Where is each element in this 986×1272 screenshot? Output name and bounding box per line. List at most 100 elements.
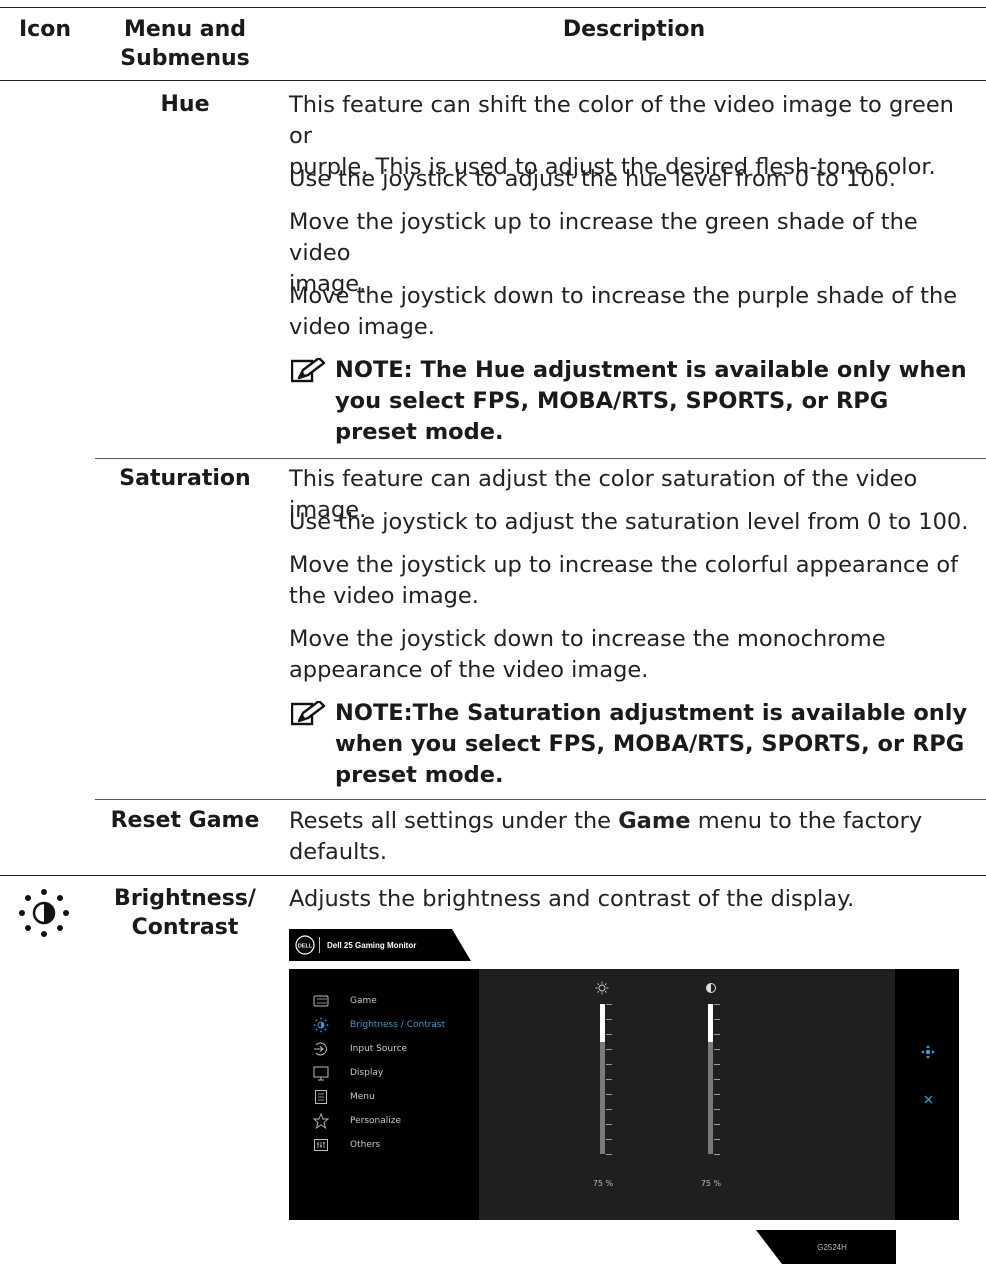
osd-window: Game Brightness / Contrast Input Source …	[289, 969, 959, 1220]
star-icon	[313, 1113, 329, 1129]
contrast-slider[interactable]	[708, 1004, 713, 1154]
submenu-hue: Hue	[160, 92, 210, 117]
brightness-icon	[313, 1017, 329, 1033]
slider-contrast-icon	[706, 983, 716, 993]
osd-adjust-panel: 75 % 75 %	[479, 969, 895, 1220]
close-icon[interactable]	[924, 1095, 933, 1104]
hue-description-2: Use the joystick to adjust the hue level…	[289, 166, 897, 192]
osd-menu-label: Others	[350, 1140, 381, 1150]
saturation-desc-line: the video image.	[289, 583, 479, 609]
osd-title-bar: DELL Dell 25 Gaming Monitor	[289, 929, 471, 961]
hue-desc-line: Move the joystick down to increase the p…	[289, 283, 958, 309]
header-menu-and-submenus: Menu and Submenus	[95, 15, 275, 73]
osd-menu-others[interactable]: Others	[313, 1137, 483, 1157]
row-divider	[95, 458, 986, 459]
dell-logo: DELL	[298, 944, 313, 950]
header-description: Description	[562, 17, 706, 42]
osd-menu-label: Game	[350, 996, 377, 1006]
note-line: you select FPS, MOBA/RTS, SPORTS, or RPG	[335, 388, 889, 414]
saturation-desc-line: appearance of the video image.	[289, 657, 649, 683]
osd-menu-personalize[interactable]: Personalize	[313, 1113, 483, 1133]
brightness-name-line: Brightness/	[114, 886, 256, 911]
hue-description-4: Move the joystick down to increase the p…	[289, 281, 979, 343]
hue-note: NOTE: The Hue adjustment is available on…	[289, 355, 979, 448]
osd-menu-display[interactable]: Display	[313, 1065, 483, 1085]
slider-tick	[714, 1019, 720, 1020]
brightness-value: 75 %	[592, 1179, 614, 1188]
slider-tick	[606, 1019, 612, 1020]
brightness-slider[interactable]	[600, 1004, 605, 1154]
contrast-slider-fill	[708, 1004, 713, 1042]
note-line: preset mode.	[335, 419, 504, 445]
game-icon	[313, 995, 329, 1007]
joystick-move-icon[interactable]	[921, 1045, 935, 1059]
osd-menu-label: Input Source	[350, 1044, 408, 1054]
osd-menu-brightness-contrast[interactable]: Brightness / Contrast	[313, 1017, 483, 1037]
reset-desc-text: defaults.	[289, 839, 388, 865]
row-divider	[0, 875, 986, 876]
hue-desc-line: This feature can shift the color of the …	[289, 92, 954, 149]
brightness-name-line: Contrast	[131, 915, 239, 940]
contrast-value: 75 %	[700, 1179, 722, 1188]
slider-tick	[714, 1034, 720, 1035]
reset-desc-text: menu to the factory	[690, 808, 923, 834]
reset-desc-text: Resets all settings under the	[289, 808, 619, 834]
slider-tick	[714, 1094, 720, 1095]
osd-title: Dell 25 Gaming Monitor	[327, 941, 416, 950]
saturation-description-3: Move the joystick up to increase the col…	[289, 550, 979, 612]
slider-tick	[606, 1079, 612, 1080]
osd-nav-panel	[895, 969, 959, 1220]
slider-tick	[714, 1004, 720, 1005]
header-menu-line2: Submenus	[120, 46, 250, 71]
submenu-saturation: Saturation	[119, 466, 251, 491]
header-bottom-rule	[0, 80, 986, 81]
slider-tick	[606, 1139, 612, 1140]
osd-menu-label: Display	[350, 1068, 384, 1078]
slider-brightness-icon	[595, 981, 609, 995]
slider-tick	[606, 1004, 612, 1005]
osd-menu-input-source[interactable]: Input Source	[313, 1041, 483, 1061]
saturation-note: NOTE:The Saturation adjustment is availa…	[289, 698, 979, 791]
slider-tick	[714, 1064, 720, 1065]
osd-menu-menu[interactable]: Menu	[313, 1089, 483, 1109]
slider-tick	[714, 1139, 720, 1140]
osd-menu-game[interactable]: Game	[313, 993, 483, 1013]
note-line: NOTE:The Saturation adjustment is availa…	[335, 700, 968, 726]
osd-menu-label: Brightness / Contrast	[350, 1020, 446, 1030]
submenu-reset-game: Reset Game	[110, 808, 260, 833]
others-icon	[314, 1139, 328, 1151]
saturation-description-2: Use the joystick to adjust the saturatio…	[289, 509, 969, 535]
brightness-contrast-icon	[19, 889, 69, 937]
slider-tick	[714, 1079, 720, 1080]
saturation-desc-line: Move the joystick up to increase the col…	[289, 552, 959, 578]
reset-game-description: Resets all settings under the Game menu …	[289, 806, 979, 868]
note-pencil-icon	[291, 358, 326, 383]
slider-tick	[606, 1094, 612, 1095]
hue-desc-line: Move the joystick up to increase the gre…	[289, 209, 918, 266]
model-name: G2524H	[817, 1243, 847, 1252]
saturation-desc-line: Move the joystick down to increase the m…	[289, 626, 886, 652]
header-menu-line1: Menu and	[123, 17, 247, 42]
slider-tick	[606, 1034, 612, 1035]
note-pencil-icon	[291, 701, 326, 726]
header-icon: Icon	[18, 17, 71, 42]
slider-tick	[714, 1109, 720, 1110]
saturation-description-4: Move the joystick down to increase the m…	[289, 624, 979, 686]
slider-tick	[606, 1154, 612, 1155]
note-line: when you select FPS, MOBA/RTS, SPORTS, o…	[335, 731, 965, 757]
brightness-description: Adjusts the brightness and contrast of t…	[289, 886, 855, 912]
display-icon	[313, 1066, 329, 1081]
slider-tick	[714, 1049, 720, 1050]
osd-menu-label: Personalize	[350, 1116, 402, 1126]
slider-tick	[714, 1154, 720, 1155]
reset-desc-bold: Game	[618, 808, 691, 834]
osd-menu: Game Brightness / Contrast Input Source …	[289, 969, 479, 1220]
row-divider	[95, 799, 986, 800]
input-source-icon	[314, 1042, 327, 1056]
slider-tick	[606, 1124, 612, 1125]
slider-tick	[714, 1124, 720, 1125]
note-line: NOTE: The Hue adjustment is available on…	[335, 357, 967, 383]
note-line: preset mode.	[335, 762, 504, 788]
brightness-slider-fill	[600, 1004, 605, 1042]
slider-tick	[606, 1109, 612, 1110]
